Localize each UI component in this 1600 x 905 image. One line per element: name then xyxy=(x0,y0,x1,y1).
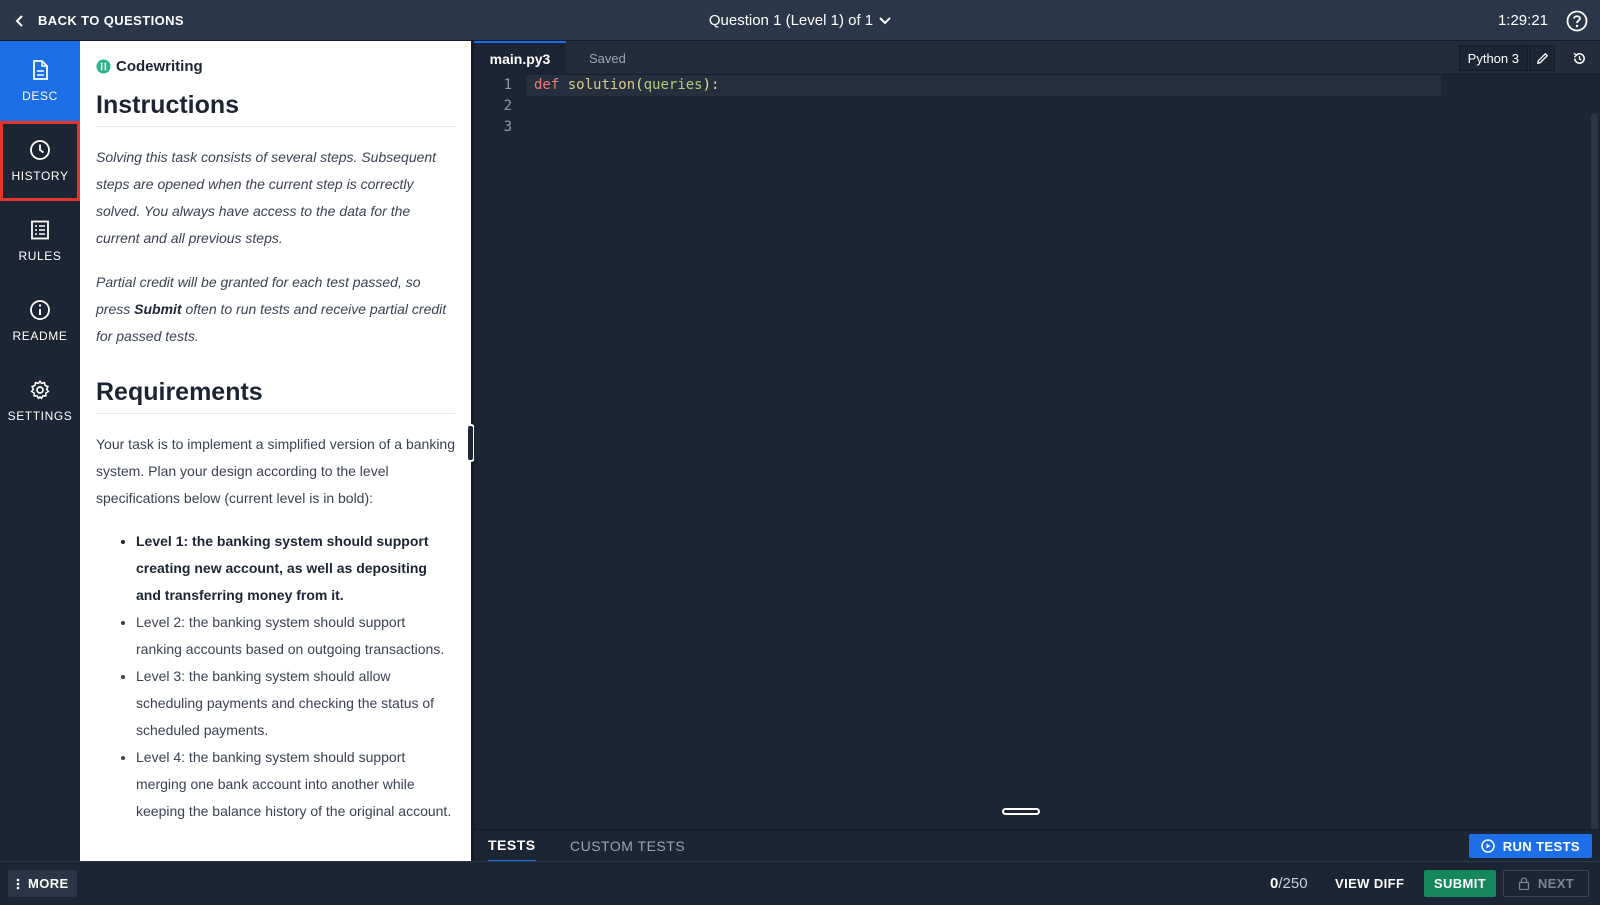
score-value: 0 xyxy=(1270,875,1279,892)
pencil-icon xyxy=(1536,52,1548,64)
code-area[interactable]: 1 def solution(queries): 2 3 xyxy=(474,75,1600,848)
next-label: NEXT xyxy=(1537,876,1575,891)
back-label: BACK TO QUESTIONS xyxy=(38,13,184,28)
clock-icon xyxy=(30,140,50,160)
run-tests-button[interactable]: RUN TESTS xyxy=(1468,834,1592,858)
editor-scrollbar[interactable] xyxy=(1591,113,1598,848)
code-line: 3 xyxy=(474,117,1474,138)
help-icon[interactable] xyxy=(1566,10,1588,32)
run-tests-label: RUN TESTS xyxy=(1502,838,1580,854)
task-type: Codewriting xyxy=(96,58,455,75)
instructions-heading: Instructions xyxy=(96,91,455,127)
submit-button[interactable]: SUBMIT xyxy=(1424,870,1496,897)
nav-item-readme[interactable]: README xyxy=(0,281,80,361)
document-icon xyxy=(33,60,48,80)
requirements-intro: Your task is to implement a simplified v… xyxy=(96,436,455,506)
back-to-questions-button[interactable]: BACK TO QUESTIONS xyxy=(14,0,184,41)
left-nav: DESC HISTORY RULES README SETTINGS xyxy=(0,41,80,861)
nav-label: RULES xyxy=(18,249,62,263)
save-status: Saved xyxy=(589,50,626,66)
reset-code-button[interactable] xyxy=(1566,45,1592,71)
file-tab-main[interactable]: main.py3 xyxy=(474,41,566,75)
level-list: Level 1: the banking system should suppo… xyxy=(96,528,455,825)
codewriting-icon xyxy=(96,59,111,74)
nav-item-settings[interactable]: SETTINGS xyxy=(0,361,80,441)
level-item-2: Level 2: the banking system should suppo… xyxy=(136,609,455,663)
tests-bar: TESTS CUSTOM TESTS RUN TESTS xyxy=(474,829,1600,862)
gear-icon xyxy=(30,380,50,400)
lock-icon xyxy=(1518,877,1530,890)
horizontal-resize-handle[interactable] xyxy=(1002,808,1040,815)
edit-language-button[interactable] xyxy=(1529,45,1555,71)
question-title[interactable]: Question 1 (Level 1) of 1 xyxy=(709,12,873,29)
code-text: def solution(queries): xyxy=(534,77,720,93)
score: 0/250 xyxy=(1270,862,1308,905)
bottom-bar: MORE 0/250 VIEW DIFF SUBMIT NEXT xyxy=(0,861,1600,905)
more-label: MORE xyxy=(28,876,69,891)
info-icon xyxy=(30,300,50,320)
chevron-left-icon xyxy=(15,14,23,27)
level-item-1: Level 1: the banking system should suppo… xyxy=(136,528,455,609)
line-number: 2 xyxy=(503,98,512,114)
nav-item-rules[interactable]: RULES xyxy=(0,201,80,281)
nav-label: SETTINGS xyxy=(7,409,73,423)
language-selector[interactable]: Python 3 xyxy=(1458,45,1528,71)
timer: 1:29:21 xyxy=(1497,12,1548,29)
line-number: 3 xyxy=(503,119,512,135)
next-button[interactable]: NEXT xyxy=(1503,870,1589,897)
task-type-label: Codewriting xyxy=(116,58,203,75)
requirements-heading: Requirements xyxy=(96,378,455,414)
tab-tests[interactable]: TESTS xyxy=(488,830,536,862)
level-item-3: Level 3: the banking system should allow… xyxy=(136,663,455,744)
code-line: 1 def solution(queries): xyxy=(474,75,1474,96)
nav-label: DESC xyxy=(22,89,58,103)
instructions-paragraph-1: Solving this task consists of several st… xyxy=(96,149,437,246)
nav-item-desc[interactable]: DESC xyxy=(0,41,80,121)
editor-tab-bar: main.py3 Saved Python 3 xyxy=(474,41,1600,75)
code-line: 2 xyxy=(474,96,1474,117)
code-editor: main.py3 Saved Python 3 1 def solution(q… xyxy=(474,41,1600,848)
nav-item-history[interactable]: HISTORY xyxy=(0,121,80,201)
view-diff-button[interactable]: VIEW DIFF xyxy=(1335,862,1404,905)
nav-label: README xyxy=(12,329,68,343)
play-circle-icon xyxy=(1480,839,1495,853)
description-panel: Codewriting Instructions Solving this ta… xyxy=(80,41,471,861)
history-reset-icon xyxy=(1573,52,1585,64)
tab-custom-tests[interactable]: CUSTOM TESTS xyxy=(570,830,685,862)
top-bar: BACK TO QUESTIONS Question 1 (Level 1) o… xyxy=(0,0,1600,41)
instructions-paragraph-2: Partial credit will be granted for each … xyxy=(96,274,447,344)
more-button[interactable]: MORE xyxy=(8,870,77,897)
question-selector: Question 1 (Level 1) of 1 xyxy=(0,0,1600,41)
line-number: 1 xyxy=(503,77,512,93)
level-item-4: Level 4: the banking system should suppo… xyxy=(136,744,455,825)
chevron-down-icon[interactable] xyxy=(879,15,891,27)
list-icon xyxy=(31,220,49,240)
nav-label: HISTORY xyxy=(11,169,69,183)
vertical-dots-icon xyxy=(16,878,20,889)
submit-emphasis: Submit xyxy=(134,301,182,317)
score-total: /250 xyxy=(1278,875,1308,892)
